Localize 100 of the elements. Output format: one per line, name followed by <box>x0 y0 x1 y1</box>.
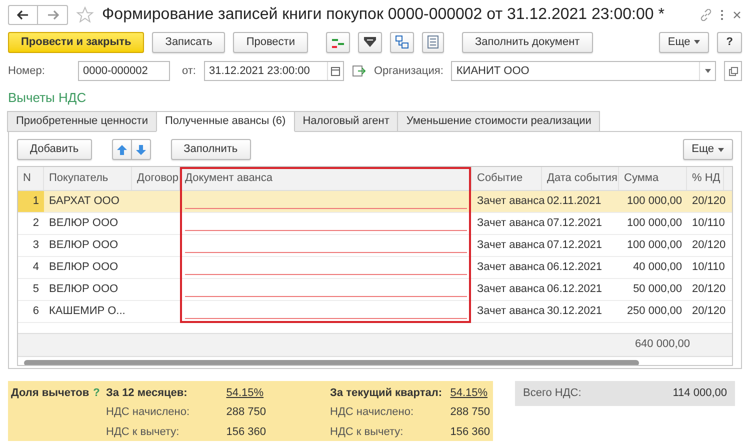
deduct-label: НДС к вычету: <box>330 424 404 440</box>
table-cell-text: ВЕЛЮР ООО <box>49 216 118 231</box>
more-button[interactable]: Еще <box>658 32 710 52</box>
column-header[interactable]: Договор <box>132 166 180 190</box>
accrued-value: 288 750 <box>450 405 490 420</box>
column-header[interactable]: % НД <box>687 166 724 190</box>
deduct-label: НДС к вычету: <box>106 424 180 440</box>
field-label: Номер: <box>8 64 46 79</box>
tab[interactable]: Уменьшение стоимости реализации <box>397 110 600 132</box>
table-cell-text: 20/120 <box>692 238 726 253</box>
move-down-button[interactable] <box>132 139 151 160</box>
tab[interactable]: Приобретенные ценности <box>7 110 157 132</box>
post-and-close-button[interactable]: Провести и закрыть <box>8 32 144 52</box>
table-cell-text: 20/120 <box>692 194 726 209</box>
table-cell-text: 5 <box>32 282 39 297</box>
fill-button[interactable]: Заполнить <box>170 139 251 160</box>
down-arrow-icon <box>136 144 146 154</box>
add-button[interactable]: Добавить <box>17 139 92 160</box>
percent-link[interactable]: 54.15% <box>450 384 490 402</box>
back-arrow-icon <box>17 10 29 20</box>
accrued-label: НДС начислено: <box>330 405 415 420</box>
table-cell-text: 100 000,00 <box>626 194 682 209</box>
table-cell-text: 30.12.2021 <box>547 304 602 319</box>
up-arrow-icon <box>116 144 127 154</box>
table-cell-text: 6 <box>32 304 39 319</box>
table-row[interactable]: 6 КАШЕМИР О... Зачет аванса 30.12.2021 250 000,00 20/120 <box>18 300 732 322</box>
percent-link[interactable]: 54.15% <box>226 384 266 402</box>
dropdown-icon[interactable] <box>704 69 710 73</box>
open-button[interactable] <box>724 61 742 81</box>
deduct-value: 156 360 <box>450 424 490 440</box>
toolbar-button[interactable]: Записать <box>152 32 226 52</box>
date-field[interactable]: 31.12.2021 23:00:00 <box>204 61 344 81</box>
section-title: Вычеты НДС <box>7 89 88 107</box>
period-title: За 12 месяцев: <box>106 386 188 400</box>
column-header[interactable]: N <box>18 166 44 190</box>
table-cell-text: 10/110 <box>692 216 725 231</box>
period-title: За текущий квартал: <box>330 386 444 400</box>
scrollbar[interactable] <box>24 360 639 364</box>
table-cell-text: 3 <box>32 238 39 253</box>
column-header[interactable]: Сумма <box>619 166 687 190</box>
structure-button[interactable] <box>390 32 414 52</box>
deductions-label: Доля вычетов <box>11 386 90 400</box>
table-row[interactable]: 4 ВЕЛЮР ООО Зачет аванса 06.12.2021 40 000,00 10/110 <box>18 256 732 278</box>
more-button[interactable]: Еще <box>682 139 733 160</box>
document-arrow-icon[interactable] <box>352 65 366 77</box>
column-header[interactable]: Покупатель <box>44 166 132 190</box>
table-cell-text: Зачет аванса <box>477 282 545 297</box>
list-button[interactable] <box>422 32 444 52</box>
link-icon[interactable] <box>700 9 712 21</box>
help-button[interactable]: ? <box>717 32 742 52</box>
table-row[interactable]: 2 ВЕЛЮР ООО Зачет аванса 07.12.2021 100 000,00 10/110 <box>18 212 732 234</box>
number-field[interactable]: 0000-000002 <box>78 61 170 81</box>
table-cell-text: Зачет аванса <box>477 260 545 275</box>
table-cell-text: 40 000,00 <box>633 260 682 275</box>
table-cell-text: 07.12.2021 <box>547 216 602 231</box>
tab[interactable]: Налоговый агент <box>294 110 398 132</box>
tab[interactable]: Полученные авансы (6) <box>156 110 295 132</box>
table-cell-text: 07.12.2021 <box>547 238 602 253</box>
back-button[interactable] <box>8 5 38 25</box>
total-vat-label: Всего НДС: <box>523 386 582 401</box>
table-row[interactable]: 3 ВЕЛЮР ООО Зачет аванса 07.12.2021 100 000,00 20/120 <box>18 234 732 256</box>
table-cell-text: 4 <box>32 260 39 275</box>
deduct-value: 156 360 <box>226 424 266 440</box>
dt-kt-button[interactable] <box>326 32 350 52</box>
more-vertical-icon[interactable] <box>720 9 724 21</box>
table-cell-text: ВЕЛЮР ООО <box>49 260 118 275</box>
table-cell-text: БАРХАТ ООО <box>49 194 120 209</box>
table-cell-text: 20/120 <box>692 304 726 319</box>
toolbar-button[interactable]: Заполнить документ <box>462 32 593 52</box>
table-cell-text: 50 000,00 <box>633 282 682 297</box>
toolbar-button[interactable]: Провести <box>233 32 308 52</box>
table-cell-text: ВЕЛЮР ООО <box>49 282 118 297</box>
table-cell-text: Зачет аванса <box>477 304 545 319</box>
caret-icon <box>718 148 724 152</box>
move-up-button[interactable] <box>112 139 132 160</box>
forward-arrow-icon <box>46 10 58 20</box>
star-icon[interactable] <box>76 6 94 24</box>
table-cell-text: 100 000,00 <box>626 238 682 253</box>
organization-field[interactable]: КИАНИТ ООО <box>451 61 716 81</box>
column-header[interactable]: Дата события <box>542 166 619 190</box>
table-cell-text: 100 000,00 <box>626 216 682 231</box>
calendar-icon[interactable] <box>330 66 340 76</box>
shield-button[interactable] <box>358 32 382 52</box>
table-cell-text: 20/120 <box>692 282 726 297</box>
table-row[interactable]: 1 БАРХАТ ООО Зачет аванса 02.11.2021 100 000,00 20/120 <box>18 190 732 212</box>
table-cell-text: 1 <box>32 194 39 209</box>
table-cell-text: 250 000,00 <box>626 304 682 319</box>
field-label: Организация: <box>374 64 444 79</box>
table-cell-text: 2 <box>32 216 39 231</box>
column-header[interactable]: Событие <box>472 166 542 190</box>
window-title: Формирование записей книги покупок 0000-000002 от 31.12.2021 23:00:00 * <box>102 5 664 25</box>
accrued-label: НДС начислено: <box>106 405 191 420</box>
table-cell-text: 10/110 <box>692 260 725 275</box>
total-vat-value: 114 000,00 <box>672 386 727 401</box>
column-header[interactable]: Документ аванса <box>180 166 472 190</box>
table-row[interactable]: 5 ВЕЛЮР ООО Зачет аванса 06.12.2021 50 000,00 20/120 <box>18 278 732 300</box>
structure-icon <box>394 35 409 49</box>
table-cell-text: Зачет аванса <box>477 216 545 231</box>
close-icon[interactable] <box>732 10 742 20</box>
field-label: от: <box>182 64 196 79</box>
